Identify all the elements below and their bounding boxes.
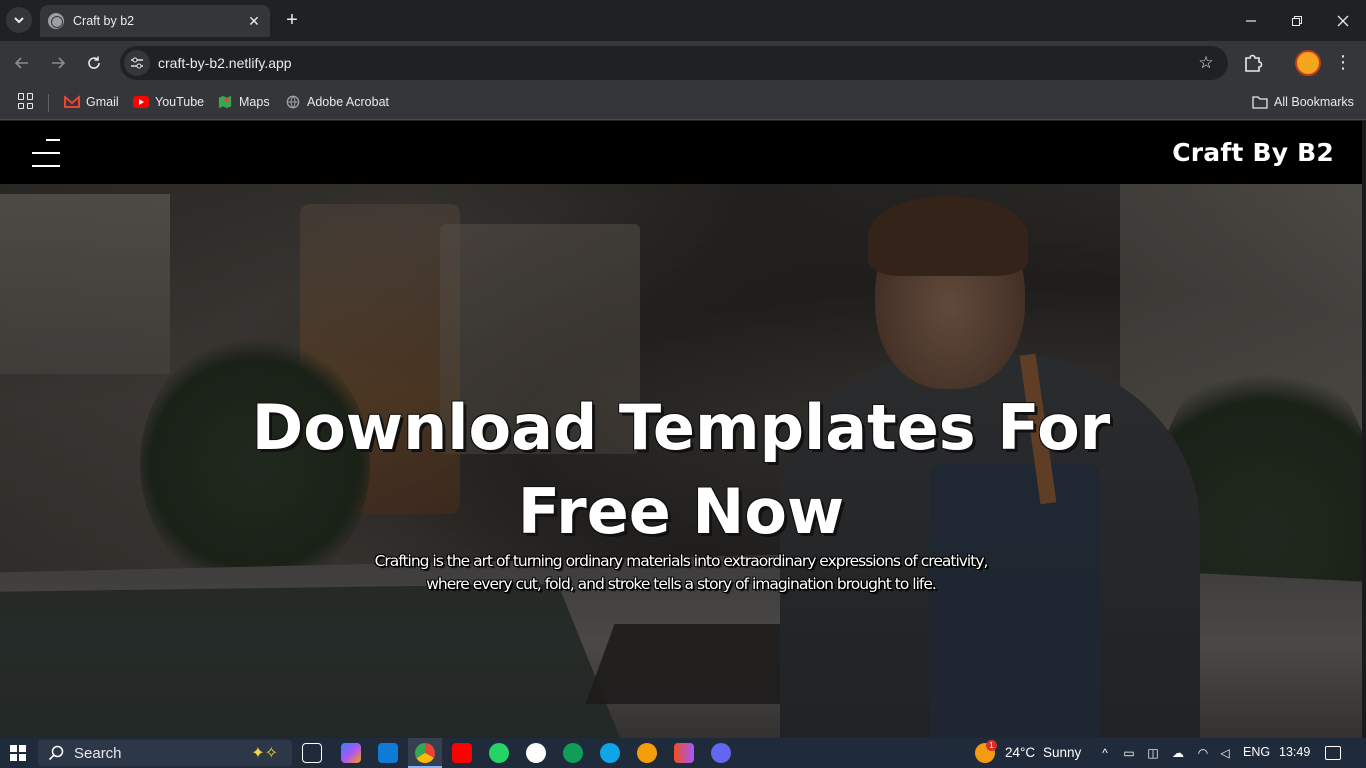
medal-icon[interactable] — [637, 743, 657, 763]
close-icon — [1337, 15, 1349, 26]
bookmark-label: Adobe Acrobat — [307, 95, 390, 109]
bookmark-youtube[interactable]: YouTube — [133, 93, 204, 111]
maps-icon — [218, 95, 232, 109]
back-button[interactable] — [10, 51, 34, 75]
tab-active[interactable]: Craft by b2 ✕ — [40, 5, 270, 37]
wifi-icon[interactable]: ◠ — [1196, 746, 1210, 760]
weather-badge: 1 — [986, 740, 997, 751]
chevron-up-icon[interactable]: ^ — [1098, 746, 1112, 760]
windows-start-icon[interactable] — [10, 745, 26, 761]
close-window-button[interactable] — [1320, 0, 1366, 41]
sparkle-icon: ✦✧ — [251, 745, 278, 762]
hero-subtitle-line-1: Crafting is the art of turning ordinary … — [374, 552, 989, 570]
extensions-button[interactable] — [1242, 51, 1266, 75]
weather-temperature[interactable]: 24°C — [1005, 745, 1035, 760]
globe-icon — [286, 95, 300, 109]
address-bar[interactable]: craft-by-b2.netlify.app ☆ — [120, 46, 1228, 80]
battery-icon[interactable]: ▭ — [1122, 746, 1136, 760]
bookmarks-bar: Gmail YouTube Maps Adobe Acrobat All Boo… — [0, 85, 1366, 120]
globe-icon — [48, 13, 64, 29]
all-bookmarks-button[interactable]: All Bookmarks — [1252, 93, 1354, 111]
url-text: craft-by-b2.netlify.app — [158, 55, 292, 71]
copilot-icon[interactable] — [341, 743, 361, 763]
edge-icon[interactable] — [600, 743, 620, 763]
new-tab-button[interactable]: + — [282, 8, 302, 32]
bookmark-label: Gmail — [86, 95, 119, 109]
hero-title: Download Templates For Free Now — [0, 386, 1362, 554]
edge-dev-icon[interactable] — [563, 743, 583, 763]
task-view-icon[interactable] — [302, 743, 322, 763]
close-tab-icon[interactable]: ✕ — [246, 13, 262, 30]
figma-icon[interactable] — [674, 743, 694, 763]
puzzle-icon — [1245, 54, 1263, 72]
gmail-icon — [64, 95, 80, 108]
profile-avatar[interactable] — [1295, 50, 1321, 76]
hero-subtitle: Crafting is the art of turning ordinary … — [330, 550, 1032, 596]
clock[interactable]: 13:49 — [1279, 745, 1310, 759]
windows-taskbar: Search ✦✧ 1 24°C Sunny ^ ▭ ◫ ☁ ◠ ◁ ENG 1… — [0, 738, 1366, 768]
restore-icon — [1292, 15, 1302, 26]
page-viewport: Craft By B2 Download Templates For Free … — [0, 121, 1362, 738]
bookmark-adobe-acrobat[interactable]: Adobe Acrobat — [285, 93, 389, 111]
chevron-down-icon — [14, 17, 24, 24]
bookmark-maps[interactable]: Maps — [217, 93, 270, 111]
restore-button[interactable] — [1274, 0, 1320, 41]
arrow-right-icon — [52, 57, 66, 69]
youtube-icon — [133, 96, 149, 108]
meet-now-icon[interactable]: ◫ — [1146, 746, 1160, 760]
bookmark-label: Maps — [239, 95, 270, 109]
chrome-menu-button[interactable]: ⋮ — [1333, 50, 1353, 76]
site-navbar: Craft By B2 — [0, 121, 1362, 184]
language-indicator[interactable]: ENG — [1243, 745, 1270, 759]
browser-toolbar: craft-by-b2.netlify.app ☆ ⋮ — [0, 41, 1366, 85]
reload-button[interactable] — [82, 51, 106, 75]
bookmark-gmail[interactable]: Gmail — [64, 93, 119, 111]
all-bookmarks-label: All Bookmarks — [1274, 95, 1354, 109]
apps-grid-icon[interactable] — [18, 93, 34, 109]
cloud-sync-icon[interactable]: ☁ — [1171, 746, 1185, 760]
site-brand[interactable]: Craft By B2 — [1172, 138, 1334, 167]
reload-icon — [88, 56, 100, 69]
taskbar-search-box[interactable]: Search ✦✧ — [38, 740, 292, 766]
taskbar-search-label: Search — [74, 744, 122, 762]
weather-condition[interactable]: Sunny — [1043, 745, 1081, 760]
bookmark-label: YouTube — [155, 95, 205, 109]
volume-icon[interactable]: ◁ — [1218, 746, 1232, 760]
hero-subtitle-line-2: where every cut, fold, and stroke tells … — [426, 575, 937, 593]
page-scrollbar[interactable] — [1362, 121, 1366, 738]
notification-center-icon[interactable] — [1325, 746, 1341, 760]
minimize-button[interactable] — [1228, 0, 1274, 41]
bookmark-star-icon[interactable]: ☆ — [1192, 53, 1220, 73]
tab-strip: Craft by b2 ✕ + — [0, 0, 1366, 41]
youtube-app-icon[interactable] — [452, 743, 472, 763]
minimize-icon — [1246, 19, 1256, 22]
forward-button[interactable] — [46, 51, 70, 75]
chrome-icon[interactable] — [415, 743, 435, 763]
arrow-left-icon — [14, 57, 28, 69]
vscode-icon[interactable] — [378, 743, 398, 763]
hero-title-line-1: Download Templates For — [251, 391, 1111, 464]
tab-search-button[interactable] — [6, 7, 32, 33]
whatsapp-icon[interactable] — [489, 743, 509, 763]
tab-title: Craft by b2 — [73, 14, 135, 28]
tune-icon — [131, 57, 143, 69]
app-icon[interactable] — [711, 743, 731, 763]
bookmarks-separator — [48, 94, 49, 112]
github-icon[interactable] — [526, 743, 546, 763]
search-icon — [48, 745, 64, 761]
hero-title-line-2: Free Now — [517, 475, 845, 548]
folder-icon — [1252, 96, 1268, 109]
site-info-button[interactable] — [124, 50, 150, 76]
hamburger-menu-icon[interactable] — [32, 139, 60, 167]
